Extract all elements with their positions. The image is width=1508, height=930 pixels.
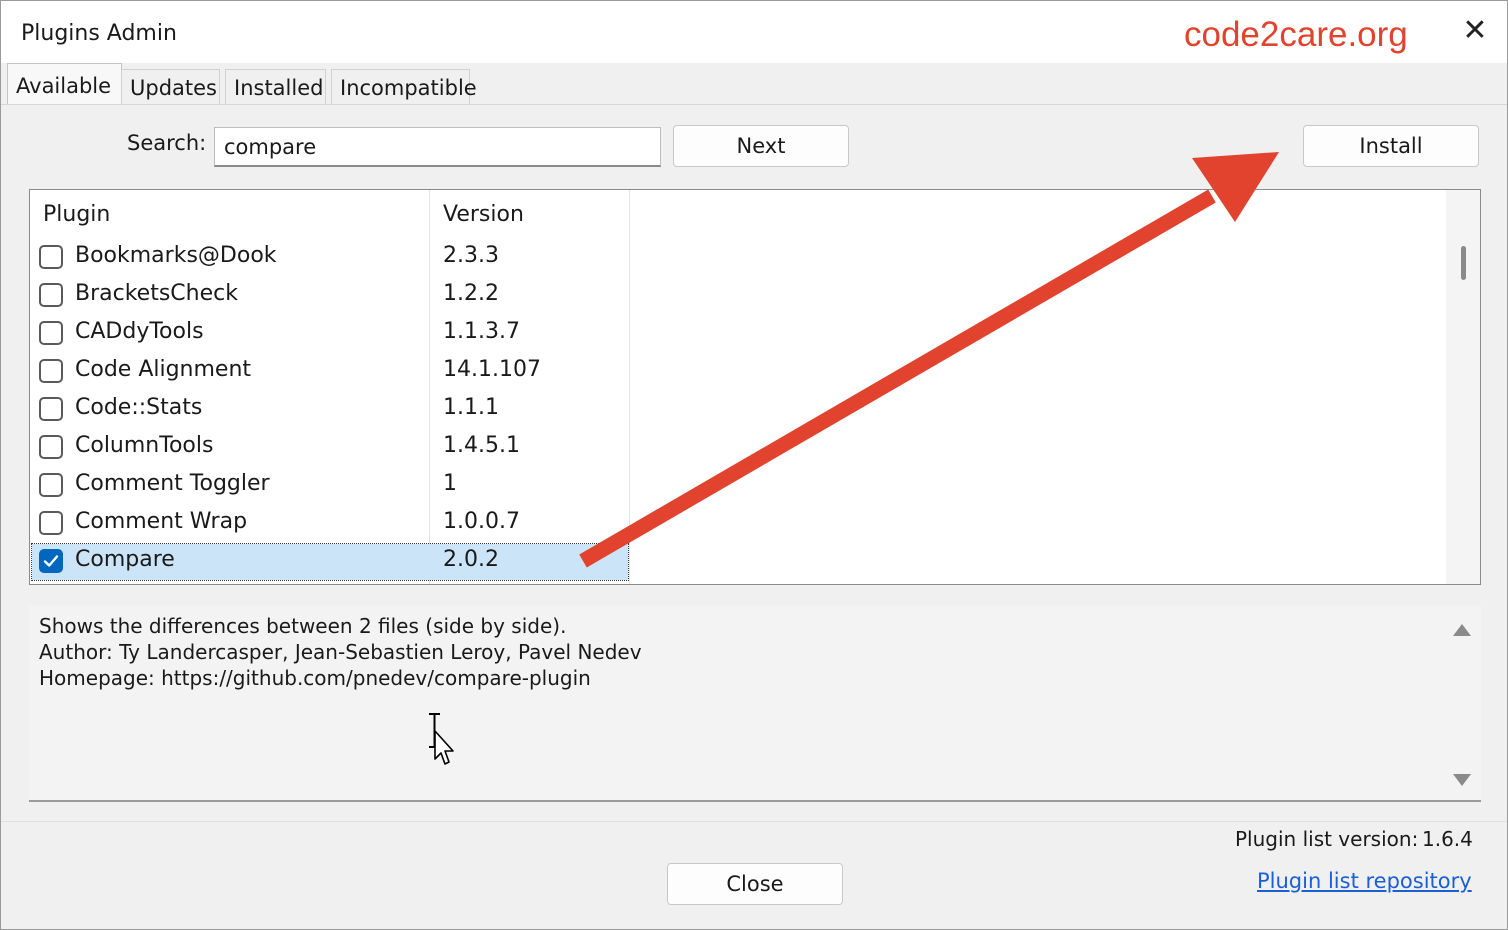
plugin-name: Comment Toggler xyxy=(75,471,270,496)
table-row[interactable]: Code Alignment 14.1.107 xyxy=(30,353,630,391)
plugin-version: 1.1.3.7 xyxy=(443,319,520,344)
close-button[interactable]: Close xyxy=(667,863,843,905)
mouse-cursor-icon xyxy=(429,713,454,765)
plugin-name: Code::Stats xyxy=(75,395,203,420)
tab-strip: Available Updates Installed Incompatible xyxy=(1,63,1507,105)
plugin-name: Bookmarks@Dook xyxy=(75,243,277,268)
row-checkbox[interactable] xyxy=(39,435,63,459)
table-row[interactable]: BracketsCheck 1.2.2 xyxy=(30,277,630,315)
tab-updates[interactable]: Updates xyxy=(121,69,220,105)
install-button[interactable]: Install xyxy=(1303,125,1479,167)
table-row[interactable]: CADdyTools 1.1.3.7 xyxy=(30,315,630,353)
plugin-name: Compare xyxy=(75,547,175,572)
tab-available[interactable]: Available xyxy=(7,63,122,105)
scroll-up-icon[interactable] xyxy=(1453,624,1471,636)
search-label: Search: xyxy=(127,131,207,155)
plugin-list-version-label: Plugin list version: xyxy=(1235,827,1419,851)
column-header-plugin[interactable]: Plugin xyxy=(43,190,110,240)
scrollbar-thumb[interactable] xyxy=(1461,246,1466,280)
search-input[interactable] xyxy=(214,127,661,167)
plugin-description[interactable]: Shows the differences between 2 files (s… xyxy=(29,606,1481,802)
plugin-list: Plugin Version Bookmarks@Dook 2.3.3 Brac… xyxy=(29,189,1481,585)
description-homepage: Homepage: https://github.com/pnedev/comp… xyxy=(39,666,591,690)
checkmark-icon xyxy=(43,555,59,567)
table-row[interactable]: Bookmarks@Dook 2.3.3 xyxy=(30,239,630,277)
column-header-version[interactable]: Version xyxy=(443,190,524,240)
next-button[interactable]: Next xyxy=(673,125,849,167)
row-checkbox[interactable] xyxy=(39,245,63,269)
list-scrollbar[interactable] xyxy=(1446,190,1480,584)
tab-installed[interactable]: Installed xyxy=(225,69,326,105)
table-row[interactable]: ColumnTools 1.4.5.1 xyxy=(30,429,630,467)
tab-panel-border xyxy=(1,104,1507,105)
description-line: Shows the differences between 2 files (s… xyxy=(39,614,567,638)
table-row[interactable]: Comment Toggler 1 xyxy=(30,467,630,505)
plugin-version: 2.3.3 xyxy=(443,243,499,268)
plugin-name: CADdyTools xyxy=(75,319,204,344)
row-checkbox[interactable] xyxy=(39,397,63,421)
table-row[interactable]: Comment Wrap 1.0.0.7 xyxy=(30,505,630,543)
row-checkbox[interactable] xyxy=(39,359,63,383)
plugin-list-version-value: 1.6.4 xyxy=(1422,827,1473,851)
description-scrollbar[interactable] xyxy=(1445,610,1479,796)
row-checkbox-checked[interactable] xyxy=(39,549,63,573)
watermark: code2care.org xyxy=(1184,15,1408,54)
plugin-version: 1.4.5.1 xyxy=(443,433,520,458)
row-checkbox[interactable] xyxy=(39,321,63,345)
plugin-version: 1.1.1 xyxy=(443,395,499,420)
table-row-selected[interactable]: Compare 2.0.2 xyxy=(31,543,629,581)
window-title: Plugins Admin xyxy=(21,21,177,46)
plugin-name: ColumnTools xyxy=(75,433,214,458)
plugin-name: Comment Wrap xyxy=(75,509,248,534)
title-bar: Plugins Admin code2care.org ✕ xyxy=(1,1,1507,63)
plugin-list-repository-link[interactable]: Plugin list repository xyxy=(1257,869,1472,893)
plugins-admin-window: Plugins Admin code2care.org ✕ Available … xyxy=(0,0,1508,930)
row-checkbox[interactable] xyxy=(39,283,63,307)
plugin-version: 2.0.2 xyxy=(443,547,499,572)
close-icon[interactable]: ✕ xyxy=(1459,13,1491,49)
description-author: Author: Ty Landercasper, Jean-Sebastien … xyxy=(39,640,642,664)
plugin-version: 1 xyxy=(443,471,457,496)
plugin-name: BracketsCheck xyxy=(75,281,238,306)
table-row[interactable]: Code::Stats 1.1.1 xyxy=(30,391,630,429)
tab-incompatible[interactable]: Incompatible xyxy=(331,69,477,105)
plugin-name: Code Alignment xyxy=(75,357,252,382)
plugin-version: 1.2.2 xyxy=(443,281,499,306)
plugin-version: 14.1.107 xyxy=(443,357,541,382)
row-checkbox[interactable] xyxy=(39,473,63,497)
scroll-down-icon[interactable] xyxy=(1453,774,1471,786)
row-checkbox[interactable] xyxy=(39,511,63,535)
plugin-version: 1.0.0.7 xyxy=(443,509,520,534)
